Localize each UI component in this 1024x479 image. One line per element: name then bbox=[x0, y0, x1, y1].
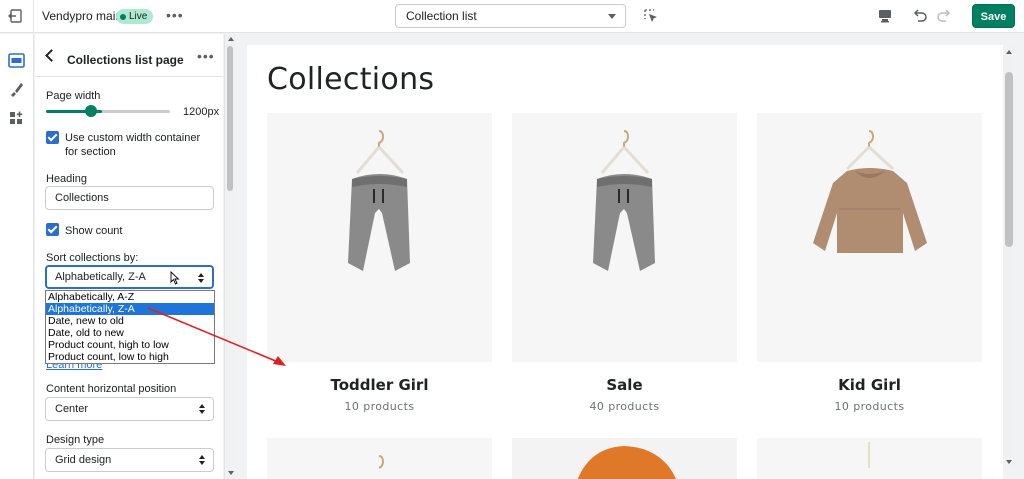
panel-header: Collections list page ••• bbox=[35, 34, 223, 77]
hanger-image bbox=[868, 442, 870, 468]
select-arrows-icon bbox=[199, 455, 205, 465]
sort-option[interactable]: Product count, high to low bbox=[46, 339, 214, 351]
chevron-down-icon bbox=[608, 14, 616, 19]
sort-option[interactable]: Alphabetically, A-Z bbox=[46, 291, 214, 303]
sort-option[interactable]: Date, new to old bbox=[46, 315, 214, 327]
sort-dropdown-list: Alphabetically, A-Z Alphabetically, Z-A … bbox=[45, 290, 215, 364]
preview-scroll-thumb[interactable] bbox=[1005, 72, 1013, 247]
save-button[interactable]: Save bbox=[972, 4, 1015, 28]
theme-more-button[interactable]: ••• bbox=[166, 8, 184, 22]
collections-heading: Collections bbox=[267, 62, 435, 97]
top-bar: Vendypro main Live ••• Collection list S… bbox=[0, 0, 1024, 33]
page-width-slider[interactable] bbox=[46, 110, 170, 113]
sort-label: Sort collections by: bbox=[46, 252, 139, 264]
exit-icon[interactable] bbox=[8, 8, 24, 24]
settings-panel: Collections list page ••• Page width 120… bbox=[35, 34, 223, 479]
collection-card-partial[interactable] bbox=[757, 438, 982, 479]
sort-option-selected[interactable]: Alphabetically, Z-A bbox=[46, 303, 214, 315]
page-selector-value: Collection list bbox=[406, 9, 477, 23]
sort-select[interactable]: Alphabetically, Z-A bbox=[45, 265, 214, 289]
collection-card[interactable]: Toddler Girl 10 products bbox=[267, 113, 492, 413]
page-width-slider-handle[interactable] bbox=[85, 105, 97, 117]
content-position-value: Center bbox=[55, 403, 89, 415]
collection-name[interactable]: Toddler Girl bbox=[267, 376, 492, 394]
sort-option[interactable]: Product count, low to high bbox=[46, 351, 214, 363]
collection-count: 10 products bbox=[344, 400, 415, 413]
orange-garment-image bbox=[577, 446, 677, 479]
page-width-label: Page width bbox=[46, 90, 101, 102]
scroll-up-icon[interactable] bbox=[1006, 50, 1012, 54]
custom-width-label: Use custom width container for section bbox=[65, 132, 201, 158]
show-count-checkbox[interactable] bbox=[46, 223, 59, 236]
custom-width-checkbox[interactable] bbox=[46, 131, 59, 144]
collection-image bbox=[512, 113, 737, 362]
mouse-cursor-icon bbox=[170, 271, 180, 285]
hanger-image bbox=[378, 455, 385, 469]
desktop-preview-icon[interactable] bbox=[877, 8, 893, 24]
collection-image bbox=[757, 113, 982, 362]
inspector-icon[interactable] bbox=[643, 8, 659, 24]
sort-select-value: Alphabetically, Z-A bbox=[55, 271, 146, 283]
collection-card[interactable]: Kid Girl 10 products bbox=[757, 113, 982, 413]
collection-count: 10 products bbox=[834, 400, 905, 413]
collection-count: 40 products bbox=[589, 400, 660, 413]
panel-title: Collections list page bbox=[67, 53, 184, 67]
live-badge: Live bbox=[116, 9, 154, 24]
scroll-down-icon[interactable] bbox=[1006, 460, 1012, 464]
collection-card-partial[interactable] bbox=[512, 438, 737, 479]
sections-icon[interactable] bbox=[8, 52, 25, 69]
theme-name: Vendypro main bbox=[42, 9, 123, 23]
collection-card-partial[interactable] bbox=[267, 438, 492, 479]
live-badge-label: Live bbox=[129, 11, 148, 22]
sidebar-rail bbox=[0, 34, 34, 479]
show-count-label: Show count bbox=[65, 225, 123, 237]
preview-scrollbar[interactable] bbox=[1003, 45, 1015, 469]
heading-label: Heading bbox=[46, 173, 87, 185]
scroll-up-icon[interactable] bbox=[228, 37, 234, 41]
gray-pants-image bbox=[348, 130, 410, 271]
content-position-label: Content horizontal position bbox=[46, 383, 177, 395]
page-selector[interactable]: Collection list bbox=[395, 4, 626, 28]
collection-card[interactable]: Sale 40 products bbox=[512, 113, 737, 413]
gray-pants-image bbox=[593, 130, 655, 271]
sort-option[interactable]: Date, old to new bbox=[46, 327, 214, 339]
content-position-select[interactable]: Center bbox=[45, 397, 214, 421]
design-type-value: Grid design bbox=[55, 454, 112, 466]
panel-scroll-thumb[interactable] bbox=[227, 46, 233, 191]
collection-image bbox=[267, 113, 492, 362]
storefront-preview: Collections Toddler Girl 10 products Sal… bbox=[247, 45, 1003, 479]
design-type-select[interactable]: Grid design bbox=[45, 448, 214, 472]
page-width-value: 1200px bbox=[183, 106, 220, 118]
collection-name[interactable]: Sale bbox=[512, 376, 737, 394]
brown-blouse-image bbox=[813, 130, 927, 253]
select-arrows-icon bbox=[199, 404, 205, 414]
app-embeds-icon[interactable] bbox=[8, 110, 25, 127]
undo-icon[interactable] bbox=[912, 7, 928, 23]
design-type-label: Design type bbox=[46, 434, 105, 446]
panel-scrollbar[interactable] bbox=[224, 34, 235, 479]
panel-more-button[interactable]: ••• bbox=[197, 49, 215, 63]
heading-input[interactable]: Collections bbox=[45, 186, 214, 210]
scroll-down-icon[interactable] bbox=[228, 471, 234, 475]
back-arrow-icon[interactable] bbox=[45, 49, 58, 62]
collection-name[interactable]: Kid Girl bbox=[757, 376, 982, 394]
status-dot-icon bbox=[120, 13, 126, 20]
topbar-divider bbox=[33, 0, 34, 33]
theme-settings-brush-icon[interactable] bbox=[8, 81, 25, 98]
redo-icon[interactable] bbox=[936, 7, 952, 23]
select-arrows-icon bbox=[198, 273, 204, 283]
